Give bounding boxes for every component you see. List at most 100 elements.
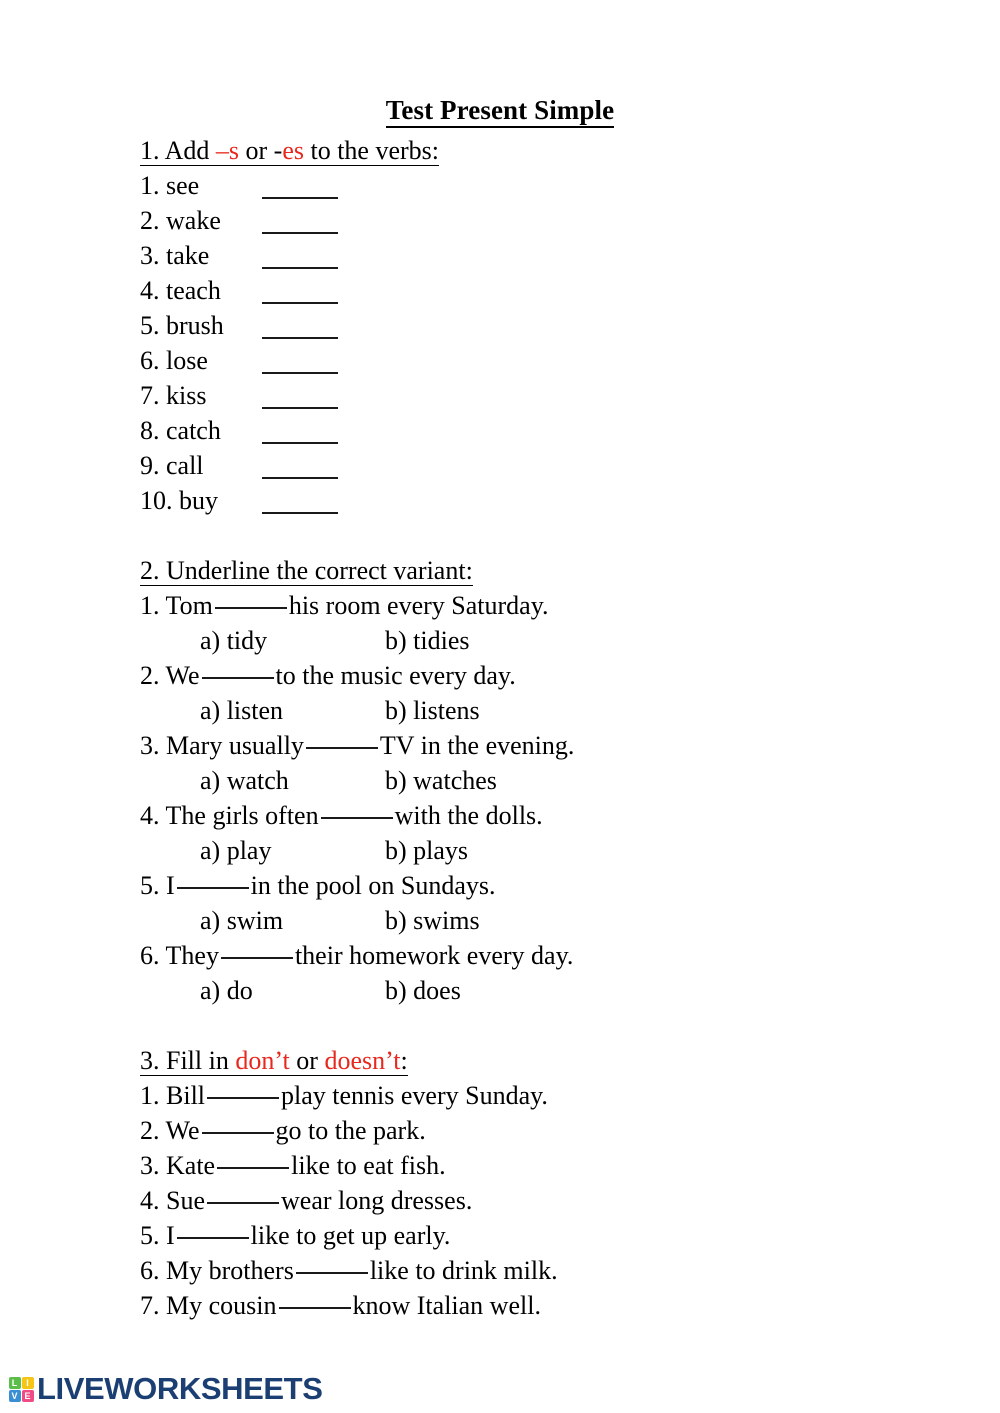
- option-b[interactable]: b) does: [385, 973, 461, 1008]
- option-a[interactable]: a) do: [200, 973, 385, 1008]
- question-number: 2.: [140, 1116, 160, 1145]
- answer-blank[interactable]: [295, 1272, 368, 1274]
- answer-blank[interactable]: [207, 1097, 280, 1099]
- answer-blank[interactable]: [262, 441, 338, 444]
- exercise-1-suffix-s: –s: [215, 136, 239, 165]
- logo-tile-l: L: [8, 1376, 21, 1389]
- option-a[interactable]: a) tidy: [200, 623, 385, 658]
- option-a[interactable]: a) play: [200, 833, 385, 868]
- question-row: 4. The girls often with the dolls.: [140, 798, 960, 833]
- question-text-before: Mary usually: [166, 731, 304, 760]
- question-number: 3.: [140, 1151, 160, 1180]
- answer-blank[interactable]: [320, 817, 393, 819]
- liveworksheets-footer[interactable]: L I V E LIVEWORKSHEETS: [8, 1368, 323, 1410]
- verb-row: 2. wake: [140, 203, 960, 238]
- option-b[interactable]: b) tidies: [385, 623, 470, 658]
- question-row: 4. Sue wear long dresses.: [140, 1183, 960, 1218]
- options-row: a) play b) plays: [140, 833, 960, 868]
- option-b[interactable]: b) listens: [385, 693, 480, 728]
- verb-number: 2.: [140, 206, 160, 235]
- verb-number: 7.: [140, 381, 160, 410]
- answer-blank[interactable]: [217, 1167, 290, 1169]
- verb-number: 3.: [140, 241, 160, 270]
- option-b[interactable]: b) plays: [385, 833, 468, 868]
- answer-blank[interactable]: [214, 607, 287, 609]
- exercise-1-heading-mid: or: [238, 136, 274, 165]
- answer-blank[interactable]: [201, 677, 274, 679]
- worksheet-page: Test Present Simple 1. Add –s or -es to …: [0, 0, 1000, 1413]
- answer-blank[interactable]: [201, 1132, 274, 1134]
- verb-word: wake: [166, 206, 221, 235]
- question-text-after: in the pool on Sundays.: [250, 871, 496, 900]
- question-text-before: Kate: [166, 1151, 216, 1180]
- question-text-after: to the music every day.: [275, 661, 516, 690]
- question-number: 5.: [140, 1221, 160, 1250]
- answer-blank[interactable]: [262, 196, 338, 199]
- verb-row: 9. call: [140, 448, 960, 483]
- question-number: 4.: [140, 801, 160, 830]
- answer-blank[interactable]: [262, 266, 338, 269]
- question-text-after: with the dolls.: [394, 801, 543, 830]
- answer-blank[interactable]: [262, 406, 338, 409]
- question-number: 6.: [140, 941, 160, 970]
- logo-tile-i: I: [21, 1376, 34, 1389]
- answer-blank[interactable]: [262, 511, 338, 514]
- question-text-before: We: [165, 661, 200, 690]
- question-row: 7. My cousin know Italian well.: [140, 1288, 960, 1323]
- question-number: 6.: [140, 1256, 160, 1285]
- answer-blank[interactable]: [176, 887, 249, 889]
- option-a[interactable]: a) swim: [200, 903, 385, 938]
- answer-blank[interactable]: [262, 476, 338, 479]
- question-text-before: My brothers: [166, 1256, 294, 1285]
- question-text-after: like to drink milk.: [369, 1256, 558, 1285]
- verb-word: take: [166, 241, 210, 270]
- answer-blank[interactable]: [305, 747, 378, 749]
- question-text-before: I: [166, 871, 175, 900]
- exercise-1-heading-suffix: to the verbs:: [303, 136, 440, 165]
- question-text-before: I: [166, 1221, 175, 1250]
- question-text-after: know Italian well.: [352, 1291, 541, 1320]
- options-row: a) swim b) swims: [140, 903, 960, 938]
- question-text-before: My cousin: [166, 1291, 277, 1320]
- exercise-1-heading: 1. Add –s or -es to the verbs:: [140, 133, 960, 168]
- verb-row: 8. catch: [140, 413, 960, 448]
- answer-blank[interactable]: [262, 301, 338, 304]
- question-number: 4.: [140, 1186, 160, 1215]
- question-row: 3. Kate like to eat fish.: [140, 1148, 960, 1183]
- question-number: 2.: [140, 661, 160, 690]
- verb-number: 9.: [140, 451, 160, 480]
- verb-number: 4.: [140, 276, 160, 305]
- question-row: 1. Tom his room every Saturday.: [140, 588, 960, 623]
- answer-blank[interactable]: [262, 336, 338, 339]
- option-a[interactable]: a) listen: [200, 693, 385, 728]
- options-row: a) watch b) watches: [140, 763, 960, 798]
- question-text-after: their homework every day.: [294, 941, 574, 970]
- question-text-after: like to eat fish.: [291, 1151, 446, 1180]
- answer-blank[interactable]: [220, 957, 293, 959]
- verb-number: 8.: [140, 416, 160, 445]
- option-a[interactable]: a) watch: [200, 763, 385, 798]
- answer-blank[interactable]: [207, 1202, 279, 1204]
- answer-blank[interactable]: [262, 371, 338, 374]
- verb-row: 4. teach: [140, 273, 960, 308]
- answer-blank[interactable]: [278, 1307, 351, 1309]
- option-b[interactable]: b) watches: [385, 763, 497, 798]
- question-row: 5. Ilike to get up early.: [140, 1218, 960, 1253]
- exercise-2-heading-text: 2. Underline the correct variant:: [140, 556, 473, 586]
- answer-blank[interactable]: [176, 1237, 249, 1239]
- verb-row: 3. take: [140, 238, 960, 273]
- question-row: 3. Mary usually TV in the evening.: [140, 728, 960, 763]
- exercise-3-dont: don’t: [235, 1046, 290, 1075]
- verb-number: 6.: [140, 346, 160, 375]
- question-row: 6. They their homework every day.: [140, 938, 960, 973]
- verb-row: 5. brush: [140, 308, 960, 343]
- exercise-1-heading-prefix: 1. Add: [140, 136, 216, 165]
- answer-blank[interactable]: [262, 231, 338, 234]
- question-text-before: Sue: [166, 1186, 205, 1215]
- option-b[interactable]: b) swims: [385, 903, 480, 938]
- question-text-before: Tom: [165, 591, 213, 620]
- verb-word: kiss: [166, 381, 207, 410]
- verb-word: call: [166, 451, 204, 480]
- page-title-text: Test Present Simple: [385, 95, 615, 128]
